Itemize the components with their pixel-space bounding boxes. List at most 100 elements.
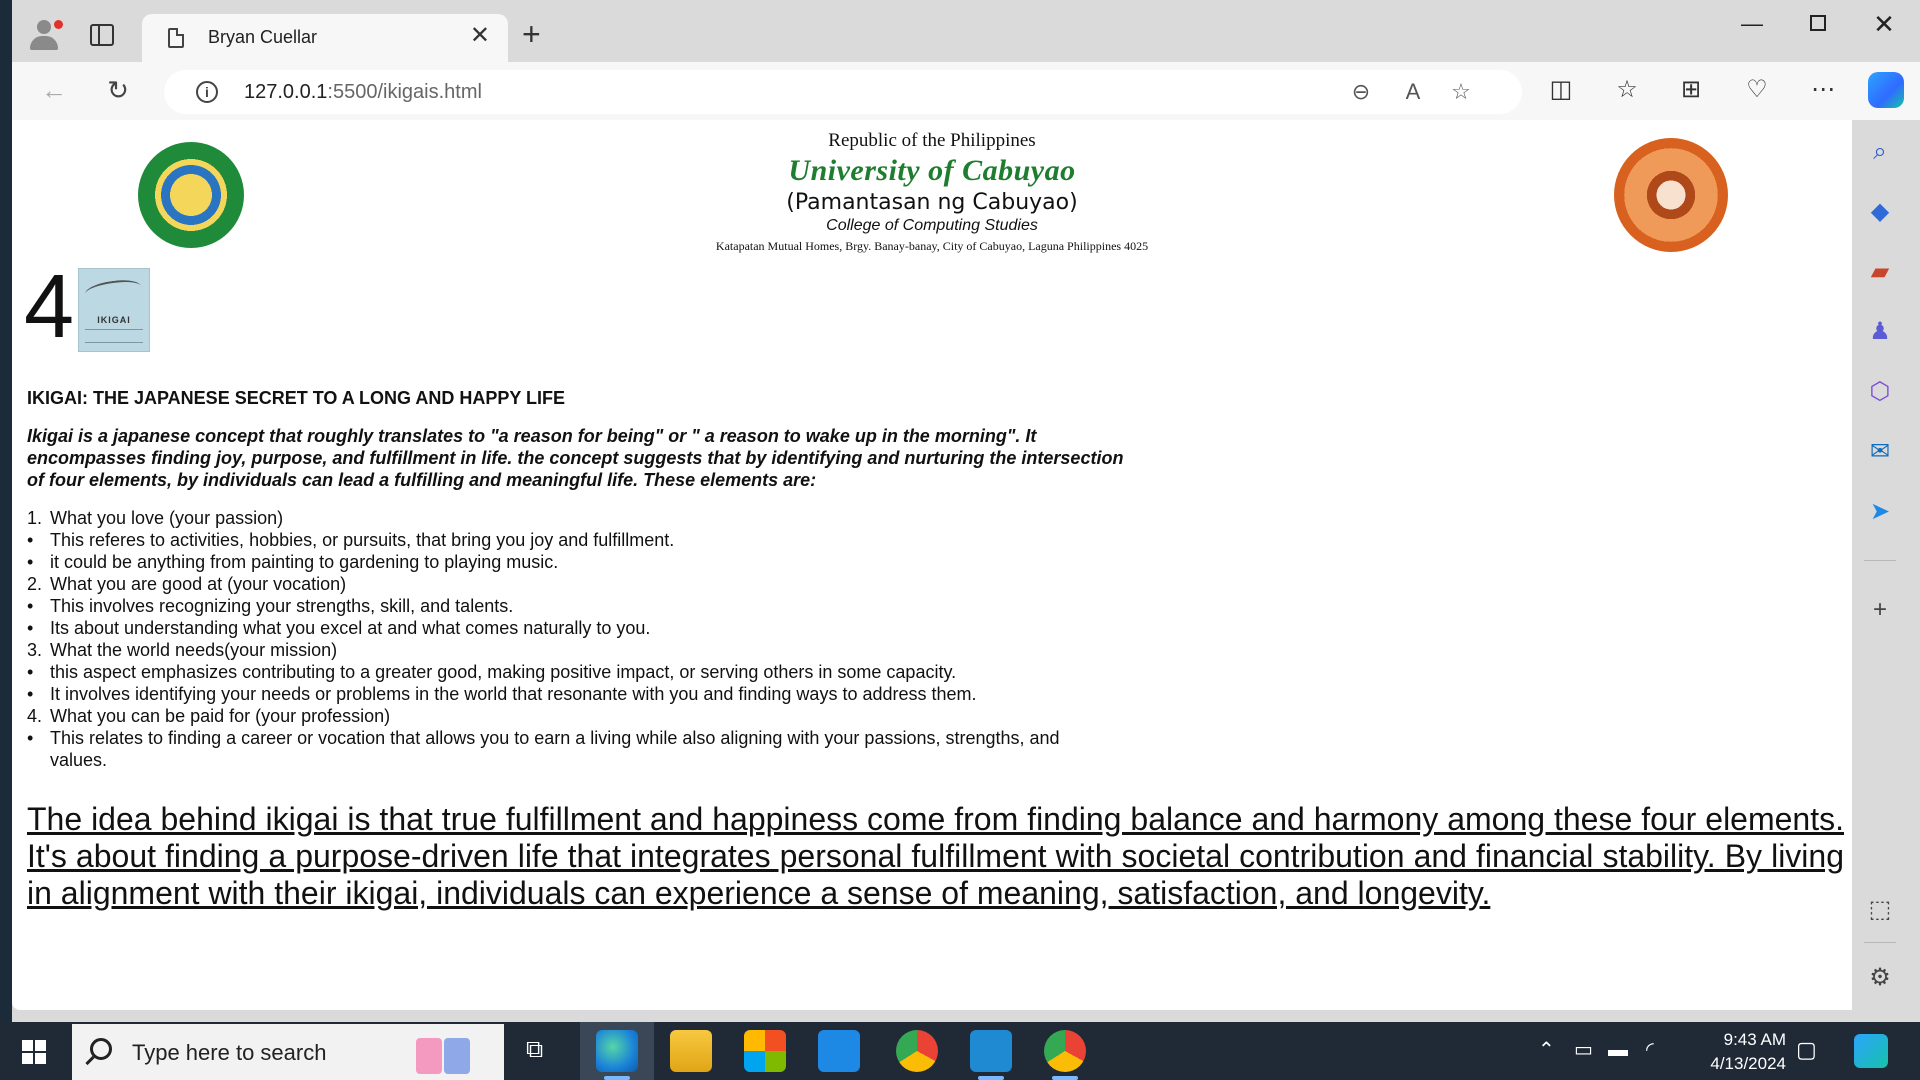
url-text[interactable]: 127.0.0.1:5500/ikigais.html	[244, 81, 482, 104]
university-tagalog-name: (Pamantasan ng Cabuyao)	[786, 190, 1078, 215]
college-seal-logo	[1614, 138, 1728, 252]
article-intro: Ikigai is a japanese concept that roughl…	[27, 426, 1124, 490]
list-item-text: What the world needs(your mission)	[50, 640, 338, 660]
list-item: 2. What you are good at (your vocation)	[27, 573, 1087, 595]
add-icon[interactable]: +	[1866, 596, 1894, 624]
letterhead: Republic of the Philippines University o…	[12, 120, 1852, 260]
chevron-up-icon[interactable]: ⌃	[1538, 1038, 1555, 1062]
tab-active[interactable]: Bryan Cuellar ✕	[142, 14, 508, 62]
url-path: :5500/ikigais.html	[327, 81, 482, 103]
list-marker: •	[27, 618, 34, 638]
file-explorer-icon[interactable]	[670, 1030, 712, 1072]
copilot-icon[interactable]	[1854, 1034, 1888, 1068]
chrome-icon[interactable]	[896, 1030, 938, 1072]
store-icon[interactable]	[744, 1030, 786, 1072]
taskbar-search-box[interactable]: Type here to search	[72, 1024, 504, 1080]
article-content: IKIGAI: THE JAPANESE SECRET TO A LONG AN…	[27, 388, 1852, 912]
settings-icon[interactable]: ⚙	[1866, 964, 1894, 992]
search-icon[interactable]: ⌕	[1866, 138, 1894, 166]
edge-icon[interactable]	[596, 1030, 638, 1072]
clock-date: 4/13/2024	[1710, 1054, 1786, 1073]
list-marker: •	[27, 552, 34, 572]
zoom-out-icon[interactable]: ⊖	[1346, 79, 1376, 105]
page-icon	[168, 28, 184, 48]
reload-icon[interactable]: ↻	[102, 76, 134, 104]
info-icon[interactable]: i	[196, 81, 218, 103]
split-screen-icon[interactable]: ◫	[1544, 76, 1578, 104]
games-icon[interactable]: ♟	[1866, 318, 1894, 346]
taskbar-clock[interactable]: 9:43 AM 4/13/2024	[1676, 1028, 1786, 1076]
tab-bar: Bryan Cuellar ✕ + — ✕	[12, 0, 1920, 62]
collections-icon[interactable]: ⊞	[1674, 76, 1708, 104]
list-item: • it could be anything from painting to g…	[27, 551, 1087, 573]
list-marker: 2.	[27, 574, 43, 594]
maximize-button[interactable]	[1798, 12, 1838, 36]
list-item-text: What you can be paid for (your professio…	[50, 706, 391, 726]
more-icon[interactable]: ⋯	[1806, 76, 1840, 104]
favorite-star-icon[interactable]: ☆	[1446, 79, 1476, 105]
list-item: • Its about understanding what you excel …	[27, 617, 1087, 639]
close-window-button[interactable]: ✕	[1864, 11, 1904, 37]
list-item-text: What you are good at (your vocation)	[50, 574, 347, 594]
send-icon[interactable]: ➤	[1866, 498, 1894, 526]
address-bar[interactable]: i 127.0.0.1:5500/ikigais.html ⊖ A ☆	[164, 70, 1522, 114]
url-host: 127.0.0.1	[244, 81, 328, 103]
list-marker: •	[27, 662, 34, 682]
read-aloud-icon[interactable]: A	[1398, 79, 1428, 105]
list-marker: 3.	[27, 640, 43, 660]
new-tab-button[interactable]: +	[522, 18, 541, 50]
windows-taskbar: Type here to search ⧉ ⌃ ▭ ▬ ◜ 9:43 AM 4/…	[0, 1022, 1920, 1080]
list-item: 3. What the world needs(your mission)	[27, 639, 1087, 661]
back-icon[interactable]: ←	[38, 76, 70, 104]
list-item: • This involves recognizing your strength…	[27, 595, 1087, 617]
list-marker: •	[27, 728, 34, 748]
battery-icon[interactable]: ▬	[1608, 1038, 1628, 1062]
list-item: • this aspect emphasizes contributing to …	[27, 661, 1087, 683]
list-item: 1. What you love (your passion)	[27, 507, 1087, 529]
active-app-indicator	[1052, 1076, 1078, 1080]
sidebar-divider	[1864, 560, 1896, 561]
university-address: Katapatan Mutual Homes, Brgy. Banay-bana…	[715, 239, 1149, 253]
copilot-icon[interactable]	[1868, 72, 1904, 108]
browser-essentials-icon[interactable]: ♡	[1740, 76, 1774, 104]
list-marker: 4.	[27, 706, 43, 726]
list-item: 4. What you can be paid for (your profess…	[27, 705, 1087, 727]
list-item-text: this aspect emphasizes contributing to a…	[50, 662, 957, 682]
article-heading: IKIGAI: THE JAPANESE SECRET TO A LONG AN…	[27, 388, 566, 408]
active-app-indicator	[604, 1076, 630, 1080]
list-marker: 1.	[27, 508, 43, 528]
search-placeholder: Type here to search	[132, 1040, 327, 1065]
republic-text: Republic of the Philippines	[828, 130, 1036, 151]
windows-start-icon[interactable]	[22, 1040, 46, 1064]
profile-icon[interactable]	[26, 16, 63, 52]
task-view-icon[interactable]: ⧉	[526, 1038, 543, 1062]
notification-icon[interactable]: ▢	[1796, 1038, 1817, 1062]
mail-icon[interactable]	[818, 1030, 860, 1072]
tab-actions-icon[interactable]	[90, 24, 114, 46]
sidebar-divider	[1864, 942, 1896, 943]
microsoft365-icon[interactable]: ⬡	[1866, 378, 1894, 406]
chrome-icon[interactable]	[1044, 1030, 1086, 1072]
meet-icon[interactable]: ▭	[1574, 1038, 1593, 1062]
favorites-icon[interactable]: ☆	[1610, 76, 1644, 104]
list-item: • This referes to activities, hobbies, or…	[27, 529, 1087, 551]
outlook-icon[interactable]: ✉	[1866, 438, 1894, 466]
search-highlight-image	[402, 1030, 482, 1076]
list-item-text: It involves identifying your needs or pr…	[50, 684, 977, 704]
minimize-button[interactable]: —	[1732, 12, 1772, 36]
toolbox-icon[interactable]: ▰	[1866, 258, 1894, 286]
list-item-text: Its about understanding what you excel a…	[50, 618, 651, 638]
shopping-tag-icon[interactable]: ◆	[1866, 198, 1894, 226]
article-closing-paragraph: The idea behind ikigai is that true fulf…	[27, 801, 1844, 911]
college-name: College of Computing Studies	[826, 217, 1038, 234]
search-icon	[90, 1038, 112, 1060]
wifi-icon[interactable]: ◜	[1646, 1038, 1654, 1062]
list-item-text: it could be anything from painting to ga…	[50, 552, 559, 572]
list-marker: •	[27, 596, 34, 616]
elements-list: 1. What you love (your passion) • This refe…	[27, 507, 1852, 771]
tab-close-icon[interactable]: ✕	[470, 24, 490, 48]
list-marker: •	[27, 530, 34, 550]
screenshot-icon[interactable]: ⬚	[1866, 896, 1894, 924]
vscode-icon[interactable]	[970, 1030, 1012, 1072]
active-app-indicator	[978, 1076, 1004, 1080]
